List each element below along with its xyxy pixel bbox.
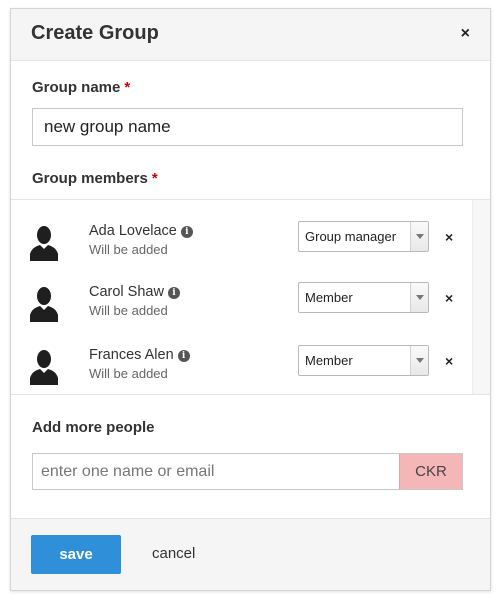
member-status: Will be added — [89, 366, 168, 381]
member-row: Carol Shaw i Will be added Member × — [11, 282, 471, 342]
member-name: Carol Shaw i — [89, 284, 180, 300]
person-avatar-icon — [30, 350, 58, 385]
role-select-value: Group manager — [305, 229, 397, 244]
close-icon[interactable]: × — [461, 24, 470, 44]
group-name-input[interactable] — [32, 108, 463, 146]
required-marker: * — [151, 170, 158, 187]
chevron-down-icon — [416, 358, 424, 363]
dialog-title: Create Group — [31, 22, 159, 44]
member-status: Will be added — [89, 242, 168, 257]
ckr-badge: CKR — [399, 454, 462, 489]
member-name-text: Ada Lovelace — [89, 223, 177, 239]
info-icon[interactable]: i — [167, 287, 180, 299]
group-name-label: Group name * — [32, 79, 130, 96]
member-name-text: Carol Shaw — [89, 284, 164, 300]
role-select[interactable]: Group manager — [298, 221, 429, 252]
role-select-toggle[interactable] — [410, 222, 428, 251]
member-name-text: Frances Alen — [89, 347, 174, 363]
role-select[interactable]: Member — [298, 345, 429, 376]
role-select-value: Member — [305, 290, 353, 305]
members-scrollbar[interactable] — [472, 200, 490, 394]
role-select[interactable]: Member — [298, 282, 429, 313]
chevron-down-icon — [416, 295, 424, 300]
role-select-toggle[interactable] — [410, 283, 428, 312]
cancel-button[interactable]: cancel — [152, 545, 195, 562]
member-name: Frances Alen i — [89, 347, 190, 363]
role-select-value: Member — [305, 353, 353, 368]
group-members-list: Ada Lovelace i Will be added Group manage… — [11, 199, 490, 395]
role-select-toggle[interactable] — [410, 346, 428, 375]
save-button[interactable]: save — [31, 535, 121, 574]
add-more-people-label: Add more people — [32, 419, 155, 436]
member-row: Ada Lovelace i Will be added Group manage… — [11, 221, 471, 281]
remove-member-button[interactable]: × — [445, 353, 453, 369]
dialog-footer: save cancel — [11, 518, 490, 590]
create-group-dialog: Create Group × Group name* Group members… — [10, 8, 491, 591]
required-marker: * — [124, 79, 131, 96]
member-name: Ada Lovelace i — [89, 223, 193, 239]
info-icon[interactable]: i — [180, 226, 193, 238]
chevron-down-icon — [416, 234, 424, 239]
info-icon[interactable]: i — [177, 350, 190, 362]
member-row: Frances Alen i Will be added Member × — [11, 345, 471, 405]
remove-member-button[interactable]: × — [445, 229, 453, 245]
group-members-label-text: Group members — [32, 170, 148, 187]
dialog-header: Create Group × — [11, 9, 490, 61]
person-avatar-icon — [30, 226, 58, 261]
group-name-label-text: Group name — [32, 79, 121, 96]
remove-member-button[interactable]: × — [445, 290, 453, 306]
group-members-label: Group members * — [32, 170, 158, 187]
add-people-field: CKR — [32, 453, 463, 490]
person-avatar-icon — [30, 287, 58, 322]
add-people-input[interactable] — [33, 454, 399, 489]
member-status: Will be added — [89, 303, 168, 318]
